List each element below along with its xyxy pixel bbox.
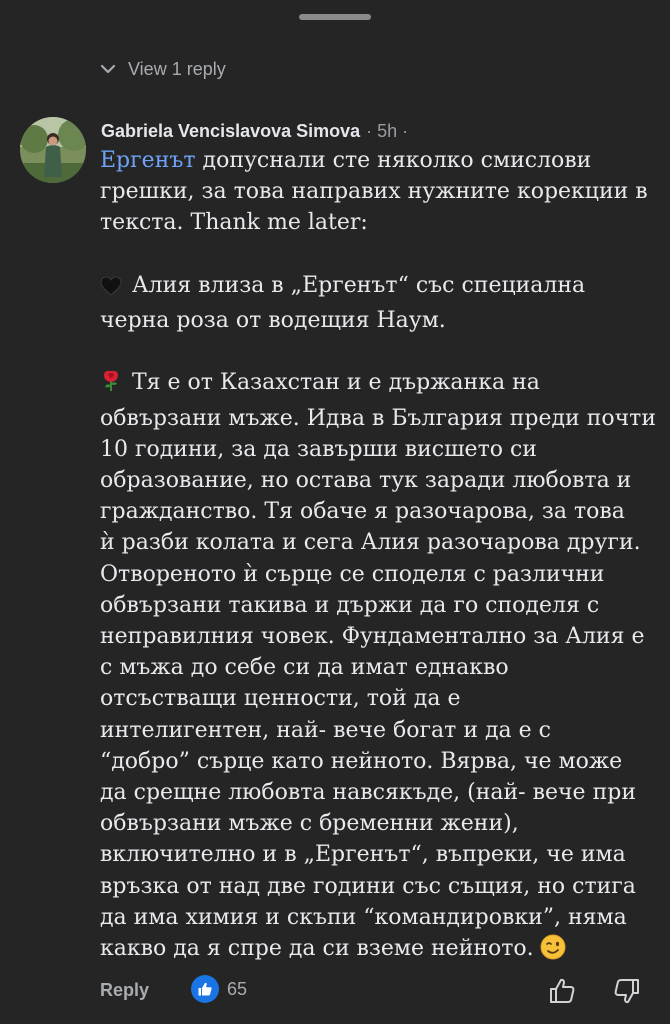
comment-line: интелигентен, най- вече богат и да е с: [100, 717, 551, 743]
drag-handle[interactable]: [299, 14, 371, 20]
comment-line: гражданство. Тя обаче я разочарова, за т…: [100, 499, 625, 525]
like-reaction-icon: [191, 975, 219, 1003]
mention-link[interactable]: Ергенът: [100, 148, 196, 173]
comment-line: включително и в „Ергенът“, въпреки, че и…: [100, 842, 626, 868]
comment-line: отсъстващи ценности, той да е: [100, 686, 461, 712]
reply-button[interactable]: Reply: [100, 980, 149, 1001]
reaction-summary[interactable]: 65: [191, 975, 247, 1003]
comment-line: образование, но остава тук заради любовт…: [100, 468, 632, 493]
comment-line: връзка от над две години със същия, но с…: [100, 873, 636, 899]
downvote-icon[interactable]: [612, 976, 642, 1006]
reaction-count: 65: [227, 978, 248, 999]
comment-line: обвързани мъже с бременни жени),: [100, 811, 519, 837]
comment-line: “добро” сърце като нейното. Вярва, че мо…: [100, 748, 623, 774]
author-name[interactable]: Gabriela Vencislavova Simova: [101, 121, 360, 142]
comment-timestamp: · 5h ·: [366, 120, 409, 141]
comment-line: обвързани такива и държи да го споделя с: [100, 592, 600, 618]
rose-icon: [100, 369, 122, 402]
comment-body: Ергенът допуснали сте няколко смислови г…: [100, 145, 660, 969]
view-replies-label: View 1 reply: [128, 58, 226, 79]
avatar[interactable]: [20, 117, 86, 183]
black-heart-icon: [100, 274, 122, 305]
view-replies-button[interactable]: View 1 reply: [100, 56, 226, 82]
comment-line: да срещне любовта навсякъде, (най- вече …: [100, 780, 636, 806]
chevron-down-icon: [100, 64, 116, 74]
comment-line: неправилния човек. Фундаментално за Алия…: [100, 624, 645, 650]
comment-line: Алия влиза в „Ергенът“ със специална: [100, 270, 660, 305]
comment-line: Тя е от Казахстан и е държанка на: [100, 367, 660, 402]
comment-line: черна роза от водещия Наум.: [100, 308, 446, 333]
comment-line: какво да я спре да си вземе нейното.: [100, 933, 660, 969]
comment-line: 10 години, за да завърши висшето си: [100, 436, 537, 462]
upvote-icon[interactable]: [547, 976, 577, 1006]
comment-line: ѝ разби колата и сега Алия разочарова др…: [100, 530, 641, 556]
comment-line: грешки, за това направих нужните корекци…: [100, 179, 648, 205]
comment-actions: Reply: [100, 974, 149, 1006]
winking-face-icon: [540, 934, 566, 969]
comment-line: текста. Thank me later:: [100, 210, 368, 236]
comment-line: да има химия и скъпи “командировки”, ням…: [100, 904, 627, 930]
comment-line: Отвореното ѝ сърце се споделя с различни: [100, 561, 605, 587]
comment-line: обвързани мъже. Идва в България преди по…: [100, 405, 657, 431]
comment-header: Gabriela Vencislavova Simova · 5h ·: [101, 118, 408, 144]
comment-line: с мъжа до себе си да имат еднакво: [100, 655, 509, 681]
comment-line: Ергенът допуснали сте няколко смислови: [100, 148, 592, 173]
